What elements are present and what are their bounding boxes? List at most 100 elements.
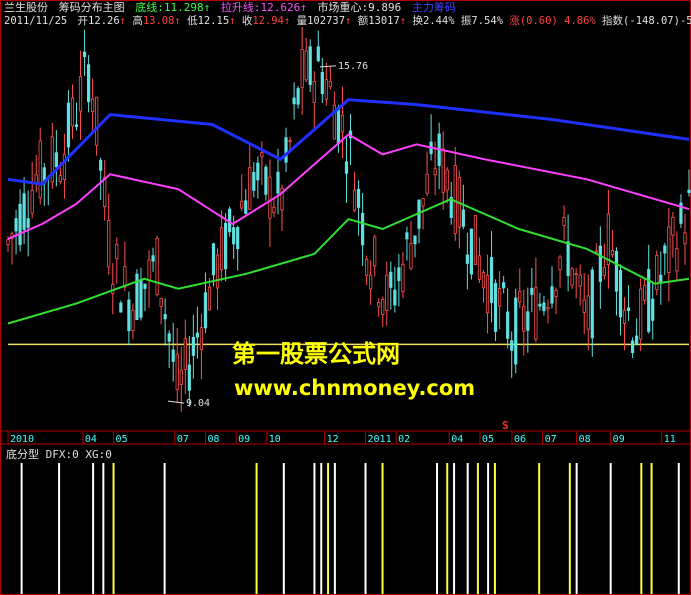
time-axis-label: 02 [398,434,410,445]
candle-body [381,299,385,315]
time-axis-label: 2010 [10,434,34,445]
arrow-up-icon: ↑ [300,1,307,14]
candle-body [300,49,304,88]
bottom-line-value: 11.298 [163,1,204,14]
arrow-up-icon: ↑ [174,15,181,27]
candle-body [465,254,469,264]
market-center-value: 9.896 [368,1,402,14]
time-axis-label: 08 [207,434,219,445]
time-axis-label: 11 [664,434,676,445]
candle-body [58,175,62,183]
candle-body [62,153,67,180]
candle-body [481,272,486,289]
candle-body [522,305,526,332]
amount-value: 13017 [368,15,400,27]
candle-body [421,198,425,207]
candle-body [393,289,397,306]
candle-body [304,50,308,81]
volume-label: 量 [296,15,308,27]
candle-body [147,259,151,281]
candle-body [626,307,631,312]
main-chips-label: 主力筹码 [411,1,456,14]
candle-body [578,274,582,287]
watermark-url: www.chnmoney.com [234,376,476,400]
candle-body [38,140,42,199]
indicator-label: 底分型 DFX:0 XG:0 [6,446,112,462]
candle-body [320,71,324,95]
candle-body [215,254,220,289]
turnover-value: 2.44% [422,15,455,27]
candle-body [659,274,663,283]
candle-body [260,152,264,158]
candle-body [542,302,546,311]
candle-body [618,270,623,318]
candle-body [175,353,179,391]
time-axis-label: 07 [177,434,189,445]
candle-body [441,148,445,193]
time-axis-label: 05 [116,434,128,445]
candle-body [473,214,478,265]
candle-body [123,266,127,288]
candle-body [667,226,671,273]
time-axis-label: 10 [269,434,281,445]
indicator-name: 底分型 [6,448,39,461]
market-center-label: 市场重心: [317,1,369,14]
candle-body [223,222,228,270]
price-chart[interactable]: 15.76 9.04 2010 04 05 07 08 09 10 12 2011 02 04 05 06 0… [0,0,691,595]
candle-body [232,227,236,245]
candle-body [639,288,643,340]
candle-body [82,51,87,58]
candle-body [534,286,538,340]
amplitude-label: 振 [460,15,472,27]
candle-body [111,283,115,294]
candle-body [377,302,381,308]
candle-body [445,169,449,191]
candle-body [385,274,389,311]
candle-body [328,81,332,88]
high-value: 13.08 [142,15,175,27]
arrow-up-icon: ↑ [345,15,352,27]
candle-body [389,271,393,288]
candle-body [187,364,191,391]
candle-body [26,218,30,228]
candle-body [103,177,107,207]
candle-body [78,76,83,112]
candle-body [489,257,494,303]
candle-body [99,159,103,171]
stock-name[interactable]: 兰生股份 [4,1,48,14]
candle-body [340,114,345,133]
candle-body [606,213,611,266]
index-percent: -5.86 [679,15,691,27]
sell-marker: S [502,419,509,432]
candle-body [219,227,224,271]
candle-body [647,269,651,332]
indicator-title[interactable]: 筹码分布主图 [59,1,125,14]
arrow-up-icon: ↑ [399,15,407,27]
candle-body [671,217,675,236]
candle-body [651,298,655,321]
candle-body [425,173,429,194]
candle-body [675,248,679,272]
candle-body [409,243,413,269]
candle-body [95,96,99,146]
time-axis-label: 05 [482,434,494,445]
candle-body [433,168,437,176]
candle-body [397,267,401,282]
candle-body [477,255,482,280]
candle-body [236,227,240,250]
arrow-up-icon: ↑ [229,15,236,27]
candle-body [195,332,199,338]
candle-body [288,140,292,142]
indicator-params: DFX:0 XG:0 [45,448,112,461]
amplitude-value: 7.54% [471,15,504,27]
candle-body [268,176,272,219]
candle-body [143,283,147,289]
candle-body [582,299,586,313]
candle-body [167,333,171,342]
candle-body [365,258,369,276]
candle-body [179,369,183,385]
candle-body [240,200,244,209]
candle-body [401,263,405,292]
candle-body [562,217,566,226]
change-value: (0.60) [519,15,558,27]
